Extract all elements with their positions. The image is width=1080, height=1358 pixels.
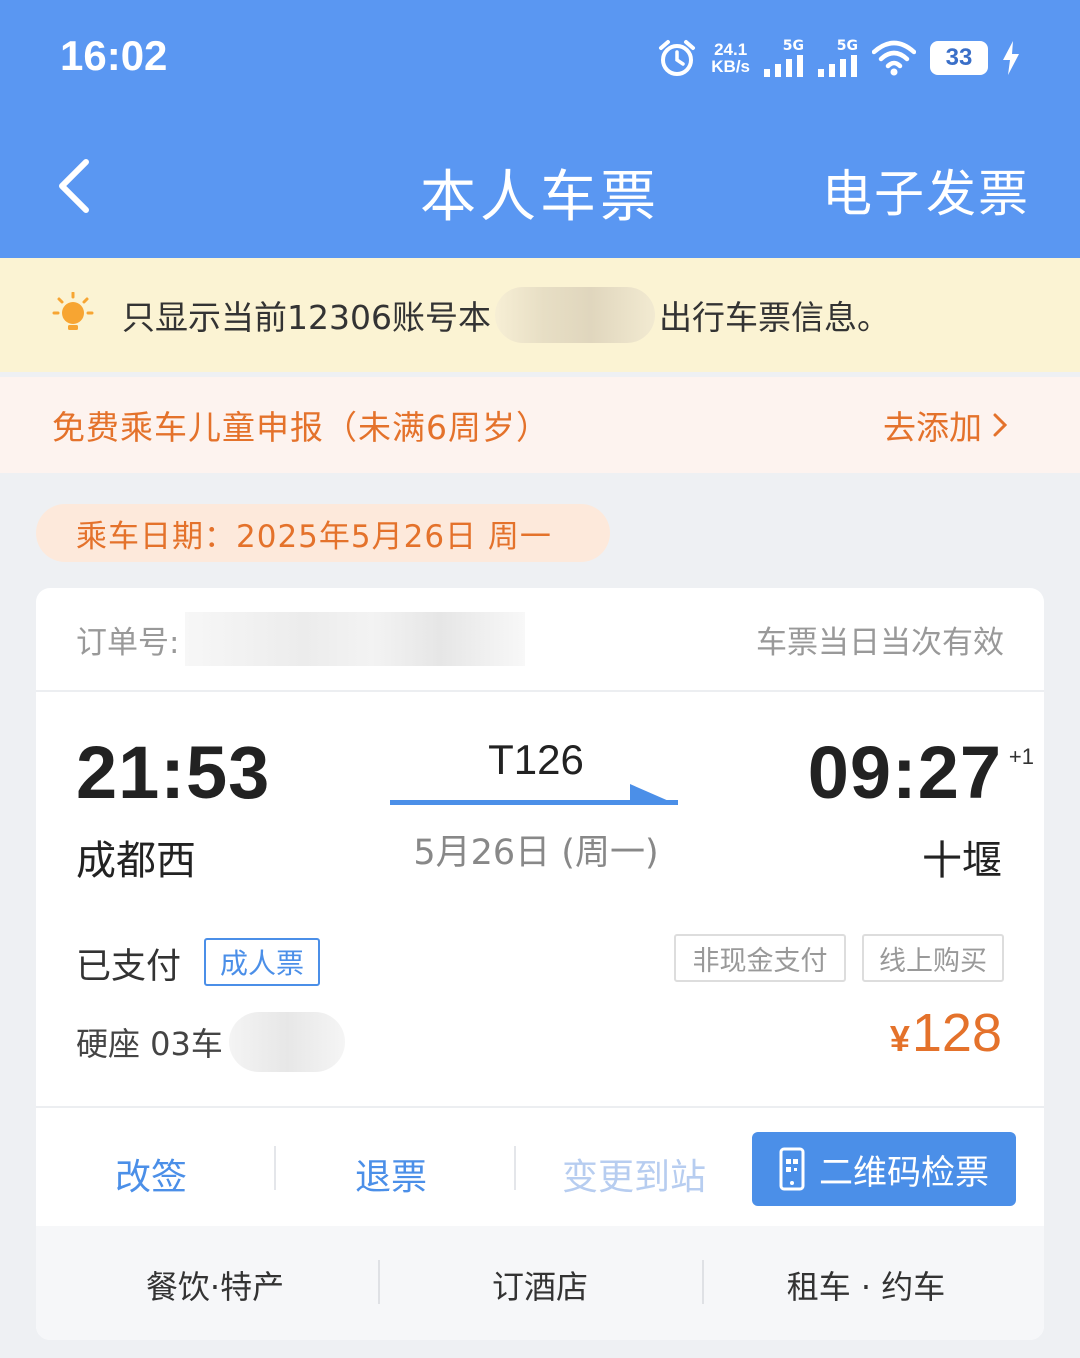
route-arrow-icon	[390, 784, 678, 805]
status-time: 16:02	[60, 32, 168, 79]
divider	[378, 1260, 380, 1304]
payment-method-tag: 非现金支付	[674, 934, 846, 982]
ticket-validity: 车票当日当次有效	[756, 624, 1004, 661]
ticket-type-badge: 成人票	[204, 938, 320, 986]
refund-button[interactable]: 退票	[316, 1148, 466, 1200]
seat-info: 硬座 03车	[76, 1012, 345, 1072]
ticket-actions: 改签 退票 变更到站 二维码检票	[36, 1106, 1044, 1224]
charging-icon	[1003, 41, 1019, 75]
wifi-icon	[872, 40, 916, 76]
service-hotel[interactable]: 订酒店	[456, 1262, 624, 1308]
change-station-button[interactable]: 变更到站	[552, 1148, 716, 1200]
redacted-order-number	[185, 612, 526, 666]
train-number: T126	[488, 736, 584, 783]
departure-station: 成都西	[76, 838, 196, 884]
arrival-station: 十堰	[922, 838, 1002, 884]
arrival-day-offset: +1	[1008, 744, 1034, 769]
signal-bars-icon	[818, 55, 857, 77]
notice-text: 只显示当前12306账号本 出行车票信息。	[122, 287, 890, 343]
divider	[274, 1146, 276, 1190]
redacted-name	[494, 287, 655, 343]
arrival-time: 09:27	[807, 731, 1002, 814]
status-icons: 24.1 KB/s 5G 5G 33	[657, 38, 1020, 78]
signal-sim2: 5G	[818, 39, 858, 77]
ticket-price: ¥ 128	[889, 1003, 1002, 1063]
chevron-right-icon	[993, 413, 1008, 437]
child-report-add-button[interactable]: 去添加	[883, 401, 1008, 449]
ticket-card: 订单号: 车票当日当次有效 21:53 成都西 T126 5月26日 (周一) …	[36, 588, 1044, 1340]
account-notice: 只显示当前12306账号本 出行车票信息。	[0, 258, 1080, 372]
departure-time: 21:53	[76, 731, 271, 814]
qr-check-in-button[interactable]: 二维码检票	[752, 1132, 1016, 1206]
divider	[702, 1260, 704, 1304]
signal-sim1: 5G	[764, 39, 804, 77]
service-food[interactable]: 餐饮·特产	[120, 1262, 310, 1308]
battery-indicator: 33	[930, 41, 988, 75]
divider	[514, 1146, 516, 1190]
purchase-channel-tag: 线上购买	[862, 934, 1004, 982]
payment-status: 已支付	[76, 947, 182, 987]
child-report-bar[interactable]: 免费乘车儿童申报（未满6周岁） 去添加	[0, 377, 1080, 473]
order-row: 订单号: 车票当日当次有效	[36, 588, 1044, 692]
order-number: 订单号:	[76, 612, 526, 666]
service-car[interactable]: 租车 · 约车	[766, 1262, 966, 1308]
train-date: 5月26日 (周一)	[413, 833, 659, 873]
child-report-title: 免费乘车儿童申报（未满6周岁）	[52, 408, 550, 447]
alarm-icon	[659, 40, 696, 76]
lightbulb-icon	[52, 292, 94, 330]
service-bar: 餐饮·特产 订酒店 租车 · 约车	[36, 1226, 1044, 1340]
net-speed: 24.1 KB/s	[711, 40, 750, 76]
change-ticket-button[interactable]: 改签	[76, 1148, 226, 1200]
app-header: 16:02 24.1 KB/s 5G 5G 33 本人车票 电子发票	[0, 0, 1080, 258]
e-invoice-link[interactable]: 电子发票	[822, 154, 1030, 226]
travel-date-badge: 乘车日期：2025年5月26日 周一	[36, 504, 610, 562]
phone-qr-icon	[779, 1147, 805, 1191]
redacted-seat-number	[228, 1012, 345, 1072]
signal-bars-icon	[764, 55, 803, 77]
